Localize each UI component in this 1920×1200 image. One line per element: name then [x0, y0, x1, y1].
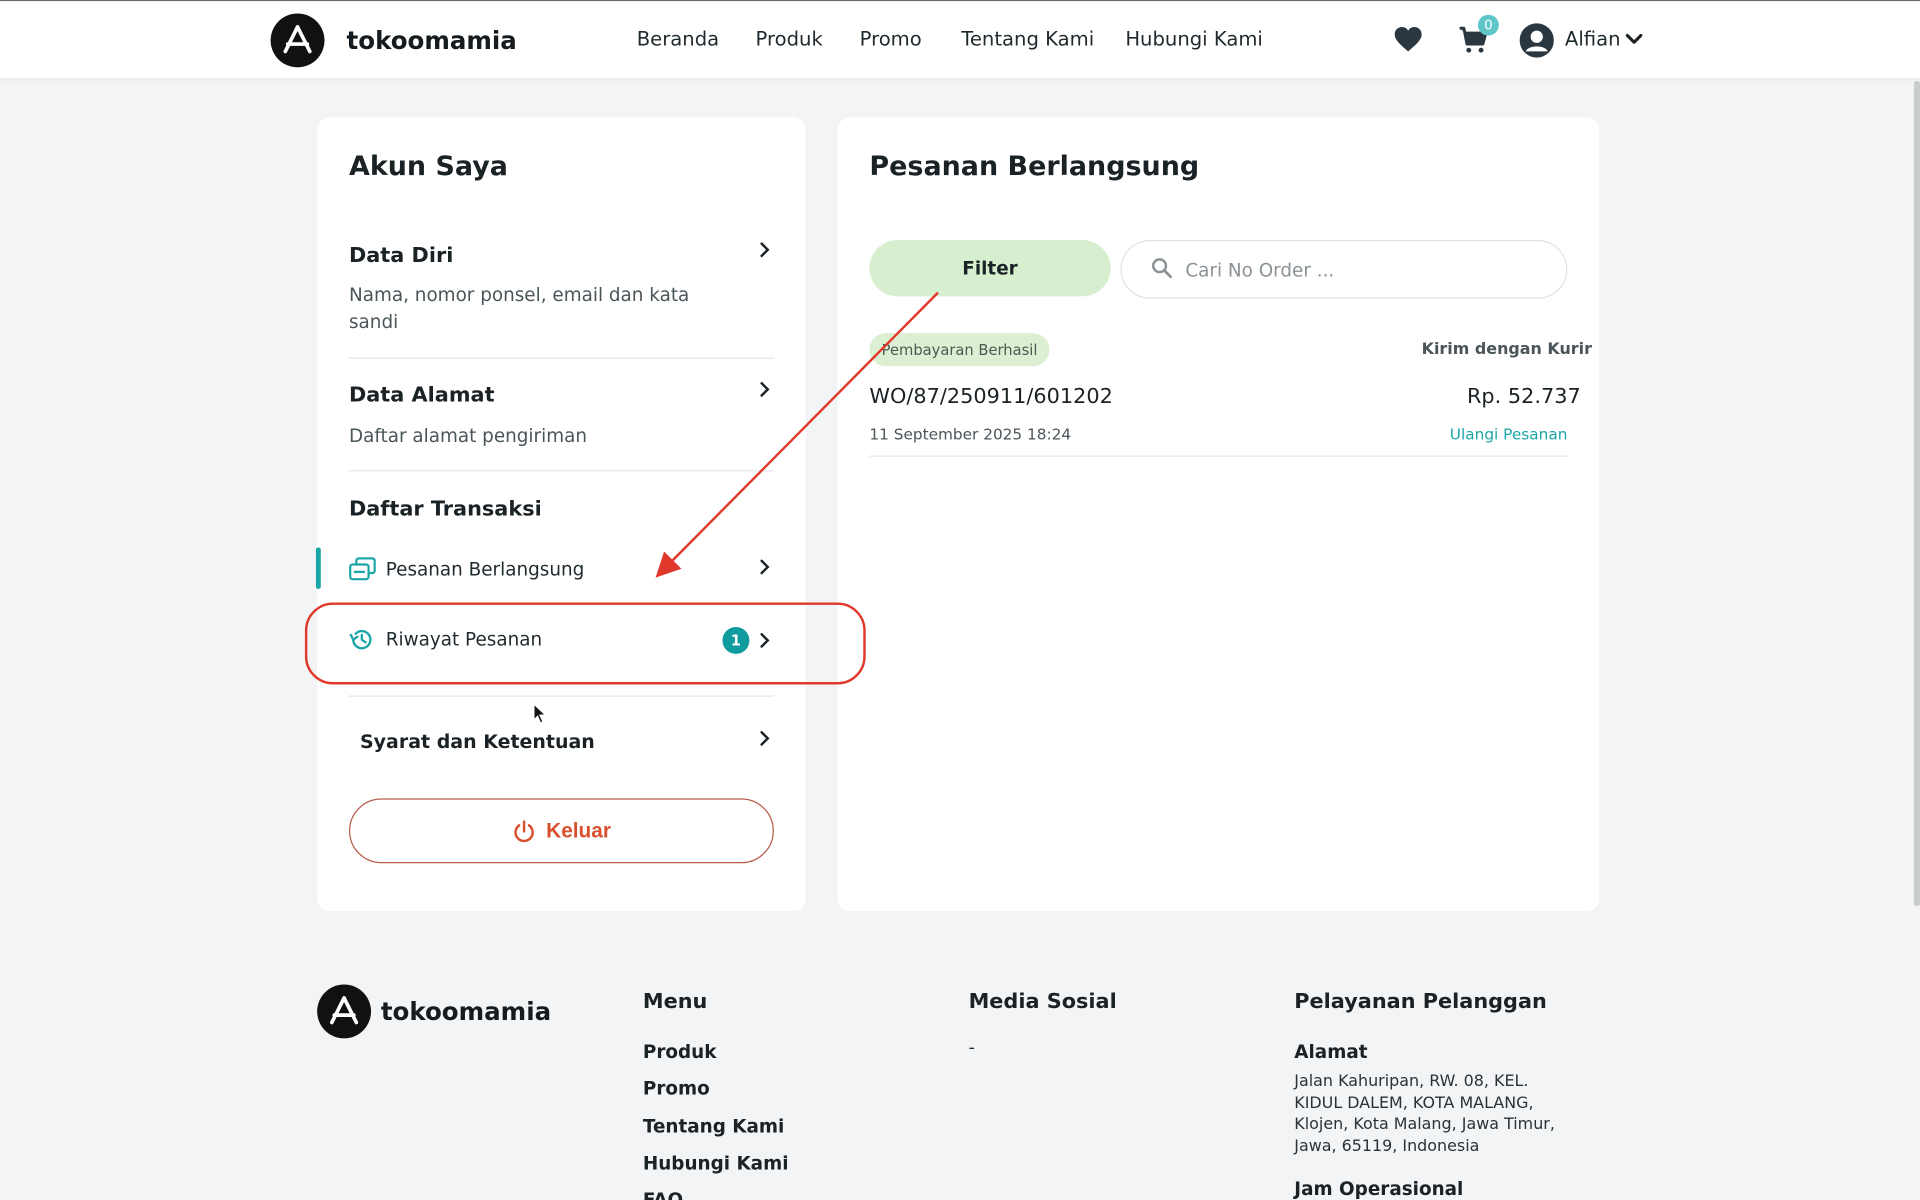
footer-menu-title: Menu [642, 989, 708, 1014]
footer-social-title: Media Sosial [968, 989, 1117, 1014]
footer-hours-label: Jam Operasional [1294, 1177, 1464, 1200]
footer-brand[interactable]: tokoomamia [381, 997, 551, 1026]
footer-link-faq[interactable]: FAQ [643, 1189, 683, 1200]
annotation-highlight-box [304, 602, 866, 685]
footer-address-text: Jalan Kahuripan, RW. 08, KEL. KIDUL DALE… [1294, 1072, 1555, 1156]
annotation-arrow [655, 291, 939, 578]
footer-social-value: - [968, 1038, 975, 1058]
footer-service-title: Pelayanan Pelanggan [1294, 989, 1547, 1014]
footer-address-label: Alamat [1294, 1040, 1368, 1063]
mouse-cursor-icon [533, 702, 548, 724]
page-root: tokoomamia Beranda Produk Promo Tentang … [0, 0, 1920, 1200]
footer-link-hubungi-kami[interactable]: Hubungi Kami [643, 1152, 789, 1174]
footer-link-produk[interactable]: Produk [643, 1041, 717, 1063]
footer-link-tentang-kami[interactable]: Tentang Kami [643, 1116, 784, 1138]
page-scrollbar[interactable] [1913, 80, 1920, 907]
footer-link-promo[interactable]: Promo [643, 1078, 710, 1100]
footer-logo-icon[interactable] [317, 984, 372, 1039]
annotation-overlay [304, 291, 939, 685]
